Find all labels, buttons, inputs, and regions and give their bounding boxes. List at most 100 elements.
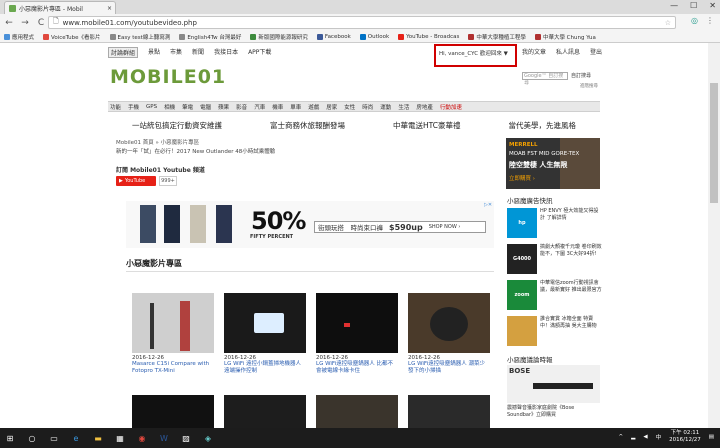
menu-icon[interactable]: ⋮ — [706, 16, 714, 25]
clock[interactable]: 下午 02:11 2016/12/27 — [669, 430, 701, 444]
category-item[interactable]: 遊戲 — [308, 103, 319, 111]
banner-ad[interactable]: 50% FIFTY PERCENT 街頭玩搭 時尚束口褲 $590up SHOP… — [126, 201, 494, 248]
app-icon[interactable]: ◈ — [202, 432, 214, 444]
reload-icon[interactable]: C — [36, 18, 46, 28]
maximize-button[interactable]: ☐ — [690, 1, 697, 10]
video-title[interactable]: LG WiFi遠控吸塵鍋器人 潮菜少發下的小掃描 — [408, 361, 490, 375]
ad-choices-icon[interactable]: ▷✕ — [484, 202, 492, 208]
store-icon[interactable]: ▦ — [114, 432, 126, 444]
soundbar-ad[interactable]: BOSE — [507, 365, 600, 403]
bookmark-item[interactable]: 應用程式 — [4, 33, 34, 41]
category-item[interactable]: 電腦 — [200, 103, 211, 111]
category-item[interactable]: 手機 — [128, 103, 139, 111]
category-item[interactable]: 功能 — [110, 103, 121, 111]
category-item[interactable]: 單車 — [290, 103, 301, 111]
promo-link[interactable]: 中華電送HTC豪華禮 — [393, 120, 461, 131]
category-item[interactable]: 居家 — [326, 103, 337, 111]
bookmark-item[interactable]: 中華大學種植工程學 — [468, 33, 526, 41]
user-menu[interactable]: Hi, vance_CYC 歡迎回來 ▼ — [439, 49, 508, 57]
promo-link[interactable]: 富士商務休旅報酬發場 — [270, 120, 345, 131]
network-icon[interactable]: ▂ — [631, 434, 635, 440]
bookmark-item[interactable]: Facebook — [316, 33, 351, 40]
close-button[interactable]: ✕ — [709, 1, 716, 10]
bookmark-item[interactable]: YouTube - Broadcas — [398, 33, 459, 40]
merrell-ad[interactable]: MERRELL MOAB FST MID GORE-TEX 陸空雙棲 人生無限 … — [506, 138, 600, 189]
video-card[interactable]: 2016-12-26 LG WiFi 遠控小鍋蓋掃地機器人 遠端操作控制 — [224, 293, 306, 375]
minimize-button[interactable]: — — [670, 1, 678, 10]
windows-start-icon[interactable]: ⊞ — [4, 432, 16, 444]
video-card[interactable] — [224, 395, 306, 428]
category-item[interactable]: 汽車 — [254, 103, 265, 111]
bookmark-item[interactable]: 中華大學 Chung Yua — [534, 33, 596, 41]
scrollbar[interactable] — [708, 43, 720, 428]
volume-icon[interactable]: ◀ — [643, 434, 647, 440]
top-nav-item[interactable]: 景點 — [148, 47, 160, 58]
sidebar-ad-item[interactable]: 誰合實賞 冰箱全面 特賣中！滿額再抽 吳大主購物 — [507, 316, 602, 352]
banner-shop-now[interactable]: SHOP NOW › — [429, 224, 461, 230]
video-card[interactable]: 2016-12-26 Masarce C15i Compare with Fot… — [132, 293, 214, 375]
back-icon[interactable]: ← — [4, 18, 14, 28]
top-nav-item[interactable]: 新聞 — [192, 47, 204, 58]
tab-close-icon[interactable]: × — [107, 5, 112, 12]
category-item[interactable]: 機車 — [272, 103, 283, 111]
breadcrumb[interactable]: Mobile01 首頁 » 小惡魔影片專區 — [116, 138, 199, 146]
category-item[interactable]: 女性 — [344, 103, 355, 111]
promo-link[interactable]: 當代美學，先進風格 — [508, 120, 576, 131]
task-view-icon[interactable]: ▭ — [48, 432, 60, 444]
top-nav-item[interactable]: 討論群組 — [108, 47, 139, 58]
bookmark-item[interactable]: 新版國際能源報研究 — [250, 33, 308, 41]
user-link[interactable]: 私人訊息 — [556, 47, 580, 56]
youtube-subscribe-button[interactable]: ▶ YouTube — [116, 176, 156, 186]
word-icon[interactable]: W — [158, 432, 170, 444]
video-card[interactable]: 2016-12-26 LG WiFi遠控吸塵鍋器人 比都不會被電線卡緣卡住 — [316, 293, 398, 375]
user-link[interactable]: 登出 — [590, 47, 602, 56]
category-item[interactable]: 生活 — [398, 103, 409, 111]
soundbar-ad-text[interactable]: 震撼聲音獲影家庭劇院《Bose Soundbar》立即購買 — [507, 405, 602, 419]
advanced-search-link[interactable]: 進階搜尋 — [580, 83, 598, 89]
video-title[interactable]: LG WiFi 遠控小鍋蓋掃地機器人 遠端操作控制 — [224, 361, 306, 375]
video-card[interactable] — [132, 395, 214, 428]
category-item[interactable]: GPS — [146, 104, 157, 110]
site-logo[interactable]: MOBILE01 — [110, 66, 226, 88]
category-item[interactable]: 時尚 — [362, 103, 373, 111]
category-item[interactable]: 行動加速 — [440, 103, 462, 111]
bookmark-item[interactable]: Outlook — [359, 33, 389, 40]
category-item[interactable]: 筆電 — [182, 103, 193, 111]
photos-icon[interactable]: ▨ — [180, 432, 192, 444]
category-item[interactable]: 運動 — [380, 103, 391, 111]
video-title[interactable]: LG WiFi遠控吸塵鍋器人 比都不會被電線卡緣卡住 — [316, 361, 398, 375]
bookmark-item[interactable]: English4Tw 台灣最好 — [179, 33, 241, 41]
news-headline[interactable]: 新的一年「試」在必行！2017 New Outlander 48小時試乘體驗 — [116, 147, 275, 155]
video-title[interactable]: Masarce C15i Compare with Fotopro TX-Min… — [132, 361, 214, 375]
top-nav-item[interactable]: 我接日本 — [214, 47, 238, 58]
promo-link[interactable]: 一站統包搞定行動資安維護 — [132, 120, 222, 131]
category-item[interactable]: 房地產 — [416, 103, 433, 111]
language-indicator[interactable]: 中 — [656, 433, 662, 441]
user-link[interactable]: 我的文章 — [522, 47, 546, 56]
sidebar-ad-item[interactable]: G4000 搞劇大顏複千元瓊 卷印刷效能不，下圖 3C大好94折! — [507, 244, 602, 280]
bookmark-item[interactable]: Easy test線上聽寫測 — [109, 33, 170, 41]
browser-tab[interactable]: 小惡魔影片專區 - Mobil × — [4, 1, 116, 14]
address-bar[interactable]: 🗋 www.mobile01.com/youtubevideo.php ☆ — [48, 16, 676, 29]
search-icon[interactable]: ○ — [26, 432, 38, 444]
edge-icon[interactable]: e — [70, 432, 82, 444]
forward-icon[interactable]: → — [20, 18, 30, 28]
bookmark-item[interactable]: VoiceTube《看影片 — [43, 33, 101, 41]
top-nav-item[interactable]: APP下載 — [248, 47, 271, 58]
extension-icon[interactable]: ◎ — [691, 16, 698, 25]
top-nav-item[interactable]: 市集 — [170, 47, 182, 58]
video-card[interactable] — [316, 395, 398, 428]
category-item[interactable]: 相機 — [164, 103, 175, 111]
up-arrow-icon[interactable]: ^ — [619, 434, 624, 440]
category-item[interactable]: 蘋果 — [218, 103, 229, 111]
sidebar-ad-item[interactable]: hp HP ENVY 極大效能又得設計 了解詳情 — [507, 208, 602, 244]
search-input[interactable]: Google™ 自訂搜尋 — [522, 72, 568, 86]
star-icon[interactable]: ☆ — [665, 19, 671, 27]
notification-icon[interactable]: ▤ — [709, 434, 714, 440]
folder-icon[interactable]: ▬ — [92, 432, 104, 444]
category-item[interactable]: 影音 — [236, 103, 247, 111]
chrome-icon[interactable]: ◉ — [136, 432, 148, 444]
sidebar-ad-item[interactable]: zoom 中華電信zoom行動視訊會議，最新實好 推出最限官方 — [507, 280, 602, 316]
video-card[interactable] — [408, 395, 490, 428]
video-card[interactable]: 2016-12-26 LG WiFi遠控吸塵鍋器人 潮菜少發下的小掃描 — [408, 293, 490, 375]
